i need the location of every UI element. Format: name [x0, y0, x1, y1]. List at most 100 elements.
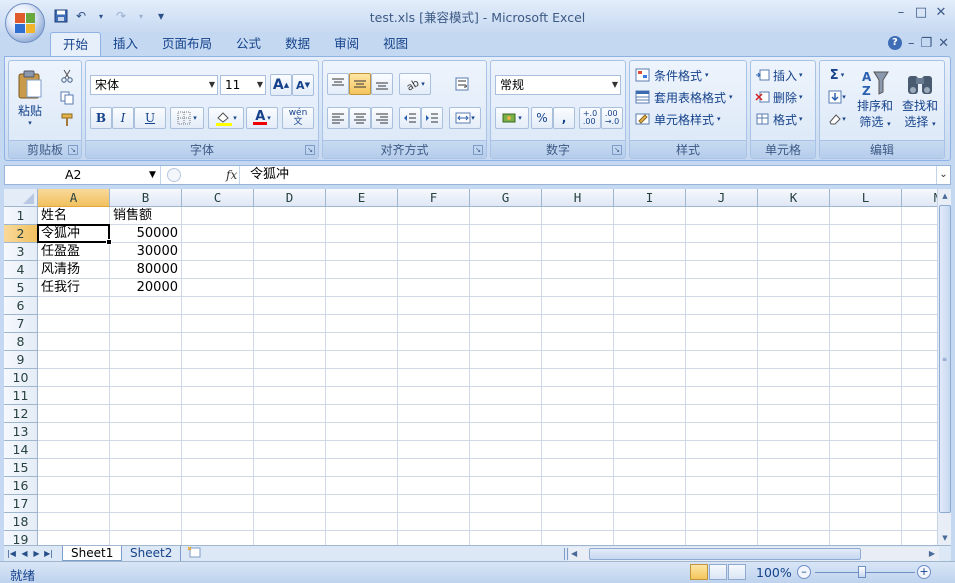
column-header-j[interactable]: J [686, 189, 758, 207]
borders-button[interactable]: ▾ [170, 107, 204, 129]
tab-review[interactable]: 审阅 [322, 32, 371, 57]
row-header-3[interactable]: 3 [4, 243, 38, 261]
zoom-out-button[interactable]: – [797, 565, 811, 579]
formula-input[interactable]: 令狐冲 [250, 166, 289, 184]
font-size-combo[interactable]: 11 ▼ [220, 75, 266, 95]
tab-split-handle[interactable] [564, 548, 568, 560]
workbook-minimize-button[interactable]: – [908, 36, 915, 51]
column-header-d[interactable]: D [254, 189, 326, 207]
grow-font-button[interactable]: A ▲ [270, 74, 292, 96]
scroll-left-icon[interactable]: ◀ [571, 547, 577, 561]
wrap-text-icon[interactable] [451, 73, 473, 95]
format-painter-icon[interactable] [57, 111, 77, 129]
cell-b4[interactable]: 80000 [110, 261, 181, 279]
find-select-button[interactable]: 查找和 选择 ▾ [898, 65, 942, 135]
vertical-scrollbar[interactable]: ▲ ≡ ▼ [937, 189, 951, 545]
tab-page-layout[interactable]: 页面布局 [150, 32, 224, 57]
expand-formula-bar-icon[interactable]: ⌄ [936, 166, 950, 184]
help-icon[interactable]: ? [887, 36, 902, 50]
phonetic-guide-button[interactable]: wén 文 [282, 107, 314, 129]
cell-b2[interactable]: 50000 [110, 225, 181, 243]
tab-home[interactable]: 开始 [50, 32, 102, 57]
cell-b1[interactable]: 销售额 [110, 207, 181, 225]
number-format-combo[interactable]: 常规 ▼ [495, 75, 621, 95]
row-header-14[interactable]: 14 [4, 441, 38, 459]
align-bottom-icon[interactable] [371, 73, 393, 95]
sheet-tab-sheet1[interactable]: Sheet1 [62, 546, 123, 561]
row-header-17[interactable]: 17 [4, 495, 38, 513]
horizontal-scroll-thumb[interactable] [589, 548, 861, 560]
underline-button[interactable]: U [134, 107, 166, 129]
column-header-f[interactable]: F [398, 189, 470, 207]
cell-b5[interactable]: 20000 [110, 279, 181, 297]
align-center-icon[interactable] [349, 107, 371, 129]
zoom-slider-thumb[interactable] [858, 566, 866, 578]
close-button[interactable]: ✕ [931, 4, 951, 22]
tab-view[interactable]: 视图 [371, 32, 420, 57]
vertical-scroll-thumb[interactable]: ≡ [939, 205, 951, 513]
first-sheet-icon[interactable]: |◀ [6, 546, 17, 561]
sheet-tab-sheet2[interactable]: Sheet2 [122, 546, 182, 561]
cell-a1[interactable]: 姓名 [38, 207, 109, 225]
worksheet-grid[interactable]: ABCDEFGHIJKLM 12345678910111213141516171… [4, 189, 937, 545]
conditional-format-button[interactable]: 条件格式 ▾ [634, 65, 744, 85]
last-sheet-icon[interactable]: ▶| [43, 546, 54, 561]
column-header-c[interactable]: C [182, 189, 254, 207]
orientation-icon[interactable]: ab ▾ [399, 73, 431, 95]
italic-button[interactable]: I [112, 107, 134, 129]
format-cells-button[interactable]: 格式 ▾ [754, 109, 814, 129]
align-right-icon[interactable] [371, 107, 393, 129]
workbook-restore-button[interactable]: ❐ [920, 36, 932, 51]
row-header-15[interactable]: 15 [4, 459, 38, 477]
tab-data[interactable]: 数据 [273, 32, 322, 57]
expand-grip-icon[interactable] [167, 168, 181, 182]
percent-style-button[interactable]: % [531, 107, 553, 129]
row-header-5[interactable]: 5 [4, 279, 38, 297]
zoom-level[interactable]: 100% [756, 565, 792, 580]
next-sheet-icon[interactable]: ▶ [31, 546, 42, 561]
bold-button[interactable]: B [90, 107, 112, 129]
cell-a4[interactable]: 风清扬 [38, 261, 109, 279]
clear-icon[interactable]: ▾ [824, 109, 850, 129]
column-header-l[interactable]: L [830, 189, 902, 207]
row-header-7[interactable]: 7 [4, 315, 38, 333]
sort-filter-button[interactable]: AZ 排序和 筛选 ▾ [854, 65, 896, 135]
row-header-4[interactable]: 4 [4, 261, 38, 279]
zoom-in-button[interactable]: + [917, 565, 931, 579]
format-as-table-button[interactable]: 套用表格格式 ▾ [634, 87, 744, 107]
scroll-down-icon[interactable]: ▼ [938, 531, 952, 545]
column-header-m[interactable]: M [902, 189, 937, 207]
tab-formulas[interactable]: 公式 [224, 32, 273, 57]
column-header-g[interactable]: G [470, 189, 542, 207]
column-header-e[interactable]: E [326, 189, 398, 207]
cell-b3[interactable]: 30000 [110, 243, 181, 261]
font-color-button[interactable]: A ▾ [246, 107, 278, 129]
row-header-10[interactable]: 10 [4, 369, 38, 387]
row-header-8[interactable]: 8 [4, 333, 38, 351]
align-left-icon[interactable] [327, 107, 349, 129]
cell-styles-button[interactable]: 单元格样式 ▾ [634, 109, 744, 129]
minimize-button[interactable]: – [891, 4, 911, 22]
column-header-h[interactable]: H [542, 189, 614, 207]
row-header-6[interactable]: 6 [4, 297, 38, 315]
merge-center-icon[interactable]: ▾ [449, 107, 481, 129]
comma-style-button[interactable]: , [553, 107, 575, 129]
horizontal-scrollbar[interactable]: ◀ ▶ [569, 547, 939, 561]
scroll-up-icon[interactable]: ▲ [938, 189, 952, 203]
tab-insert[interactable]: 插入 [101, 32, 150, 57]
name-box-dropdown-icon[interactable]: ▼ [149, 166, 156, 184]
select-all-button[interactable] [4, 189, 38, 207]
normal-view-icon[interactable] [690, 564, 708, 580]
clipboard-launcher-icon[interactable]: ↘ [68, 145, 78, 155]
insert-cells-button[interactable]: 插入 ▾ [754, 65, 814, 85]
page-break-view-icon[interactable] [728, 564, 746, 580]
decrease-decimal-button[interactable]: .00 →.0 [601, 107, 623, 129]
prev-sheet-icon[interactable]: ◀ [19, 546, 30, 561]
workbook-close-button[interactable]: ✕ [938, 36, 949, 51]
increase-decimal-button[interactable]: +.0 .00 [579, 107, 601, 129]
row-header-9[interactable]: 9 [4, 351, 38, 369]
cell-a3[interactable]: 任盈盈 [38, 243, 109, 261]
row-header-2[interactable]: 2 [4, 225, 38, 243]
paste-button[interactable]: 粘贴 ▾ [13, 65, 47, 131]
autosum-button[interactable]: Σ ▾ [824, 65, 850, 85]
